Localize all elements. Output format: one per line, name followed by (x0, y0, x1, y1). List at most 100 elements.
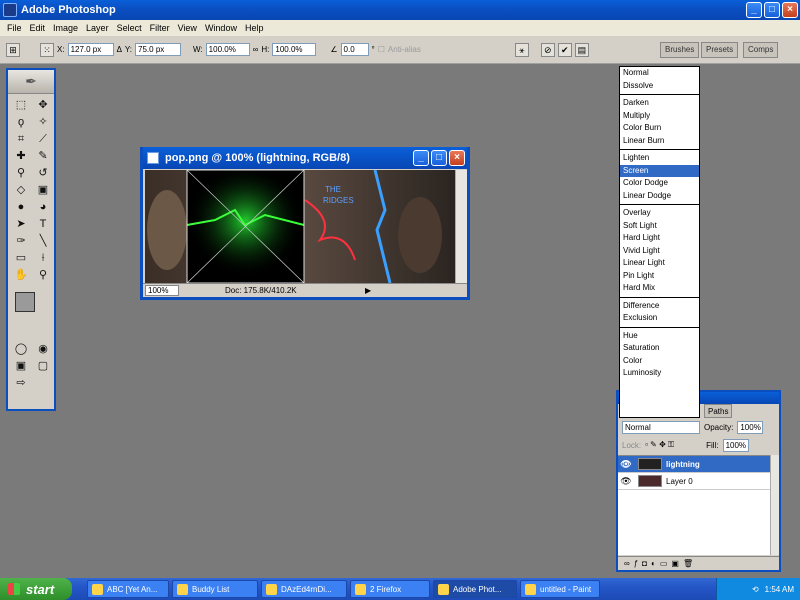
fill-input[interactable]: 100% (722, 438, 749, 452)
eyedropper-tool-icon[interactable]: ⟊ (33, 250, 53, 266)
menu-filter[interactable]: Filter (146, 23, 174, 33)
close-button[interactable]: × (782, 2, 798, 18)
angle-input[interactable]: 0.0 (340, 43, 369, 56)
height-percent-input[interactable]: 100.0% (272, 43, 317, 56)
taskbar-item-dazed[interactable]: DAzEd4rnDi... (261, 580, 347, 598)
gradient-tool-icon[interactable]: ▣ (33, 182, 53, 198)
blend-mode-option[interactable]: Pin Light (620, 270, 699, 283)
slice-tool-icon[interactable]: ⟋ (33, 131, 53, 147)
menu-window[interactable]: Window (201, 23, 241, 33)
blend-mode-option[interactable]: Darken (620, 97, 699, 110)
blend-mode-option[interactable]: Luminosity (620, 367, 699, 380)
warp-mode-icon[interactable]: ⚹ (514, 42, 529, 57)
visibility-eye-icon[interactable]: 👁 (618, 476, 634, 487)
cancel-transform-icon[interactable]: ⊘ (540, 42, 555, 57)
marquee-tool-icon[interactable]: ⬚ (11, 97, 31, 113)
blend-mode-option[interactable]: Color Dodge (620, 177, 699, 190)
screen-mode-icon[interactable]: ▣ (11, 358, 31, 374)
layer-mask-icon[interactable]: ◘ (642, 559, 647, 568)
doc-size-status[interactable]: Doc: 175.8K/410.2K (225, 286, 365, 295)
taskbar-item-photoshop[interactable]: Adobe Phot... (433, 580, 517, 598)
brushes-tab[interactable]: Brushes (660, 42, 700, 58)
taskbar-item-paint[interactable]: untitled - Paint (520, 580, 600, 598)
reference-point-icon[interactable]: ⁙ (40, 42, 54, 57)
blend-mode-option[interactable]: Multiply (620, 110, 699, 123)
blend-mode-option[interactable]: Normal (620, 67, 699, 80)
healing-brush-tool-icon[interactable]: ✚ (11, 148, 31, 164)
new-group-icon[interactable]: ▭ (660, 559, 668, 568)
document-canvas[interactable]: THE RIDGES (145, 170, 457, 283)
full-screen-mode-icon[interactable]: ▢ (33, 358, 53, 374)
blend-mode-option[interactable]: Overlay (620, 207, 699, 220)
link-icon[interactable]: ∞ (253, 45, 259, 54)
clock[interactable]: 1:54 AM (765, 585, 794, 594)
type-tool-icon[interactable]: T (33, 216, 53, 232)
hand-tool-icon[interactable]: ✋ (11, 267, 31, 283)
menu-edit[interactable]: Edit (26, 23, 50, 33)
blend-mode-option[interactable]: Linear Dodge (620, 190, 699, 203)
notes-tool-icon[interactable]: ▭ (11, 250, 31, 266)
quick-mask-mode-icon[interactable]: ◉ (33, 341, 53, 357)
palette-well-icon[interactable]: ▤ (574, 42, 589, 57)
zoom-tool-icon[interactable]: ⚲ (33, 267, 53, 283)
doc-minimize-button[interactable]: _ (413, 150, 429, 166)
restore-button[interactable]: □ (764, 2, 780, 18)
pen-tool-icon[interactable]: ✑ (11, 233, 31, 249)
taskbar-item-abc[interactable]: ABC [Yet An... (87, 580, 169, 598)
taskbar-item-buddy-list[interactable]: Buddy List (172, 580, 258, 598)
magic-wand-tool-icon[interactable]: ✧ (33, 114, 53, 130)
blend-mode-option[interactable]: Soft Light (620, 220, 699, 233)
menu-help[interactable]: Help (241, 23, 268, 33)
start-button[interactable]: start (0, 578, 72, 600)
layer-row-layer-0[interactable]: 👁 Layer 0 (618, 473, 770, 490)
status-menu-arrow-icon[interactable]: ▶ (365, 286, 371, 295)
tab-paths[interactable]: Paths (704, 404, 733, 418)
visibility-eye-icon[interactable]: 👁 (618, 459, 634, 470)
blend-mode-option[interactable]: Dissolve (620, 80, 699, 93)
menu-image[interactable]: Image (49, 23, 82, 33)
blend-mode-option[interactable]: Linear Light (620, 257, 699, 270)
blend-mode-option[interactable]: Hard Light (620, 232, 699, 245)
blend-mode-option[interactable]: Screen (620, 164, 699, 177)
foreground-color-swatch[interactable] (15, 292, 35, 312)
blend-mode-option[interactable]: Difference (620, 300, 699, 313)
clone-stamp-tool-icon[interactable]: ⚲ (11, 165, 31, 181)
blend-mode-dropdown-list[interactable]: Normal Dissolve Darken Multiply Color Burn Li… (619, 66, 700, 418)
x-position-input[interactable]: 127.0 px (67, 43, 114, 56)
blend-mode-option[interactable]: Saturation (620, 342, 699, 355)
blend-mode-option[interactable]: Exclusion (620, 312, 699, 325)
document-vertical-scrollbar[interactable] (455, 170, 467, 283)
dodge-tool-icon[interactable]: ◕ (33, 199, 53, 215)
new-layer-icon[interactable]: ▣ (671, 559, 679, 568)
blend-mode-option[interactable]: Linear Burn (620, 135, 699, 148)
doc-maximize-button[interactable]: □ (431, 150, 447, 166)
history-brush-tool-icon[interactable]: ↺ (33, 165, 53, 181)
blur-tool-icon[interactable]: ● (11, 199, 31, 215)
crop-tool-icon[interactable]: ⌗ (11, 131, 31, 147)
blend-mode-option[interactable]: Vivid Light (620, 245, 699, 258)
brush-tool-icon[interactable]: ✎ (33, 148, 53, 164)
menu-select[interactable]: Select (113, 23, 146, 33)
menu-file[interactable]: File (3, 23, 26, 33)
link-layers-icon[interactable]: ∞ (624, 559, 630, 568)
minimize-button[interactable]: _ (746, 2, 762, 18)
jump-to-imageready-icon[interactable]: ⇨ (11, 375, 31, 391)
lock-icons[interactable]: ▫ ✎ ✥ ⚿ (645, 440, 674, 450)
document-title-bar[interactable]: pop.png @ 100% (lightning, RGB/8) _ □ × (143, 147, 467, 169)
tray-icon[interactable]: ⟲ (752, 585, 759, 594)
doc-close-button[interactable]: × (449, 150, 465, 166)
path-selection-tool-icon[interactable]: ➤ (11, 216, 31, 232)
blend-mode-option[interactable]: Hue (620, 330, 699, 343)
presets-tab[interactable]: Presets (701, 42, 739, 58)
menu-layer[interactable]: Layer (82, 23, 113, 33)
tool-preset-icon[interactable]: ⊞ (6, 42, 20, 57)
line-tool-icon[interactable]: ╲ (33, 233, 53, 249)
lasso-tool-icon[interactable]: ϙ (11, 114, 31, 130)
move-tool-icon[interactable]: ✥ (33, 97, 53, 113)
blend-mode-option[interactable]: Color Burn (620, 122, 699, 135)
layer-row-lightning[interactable]: 👁 lightning (618, 456, 770, 473)
y-position-input[interactable]: 75.0 px (135, 43, 182, 56)
commit-transform-icon[interactable]: ✔ (557, 42, 572, 57)
taskbar-item-firefox[interactable]: 2 Firefox (350, 580, 430, 598)
anti-alias-checkbox[interactable]: ☐ (378, 45, 385, 54)
